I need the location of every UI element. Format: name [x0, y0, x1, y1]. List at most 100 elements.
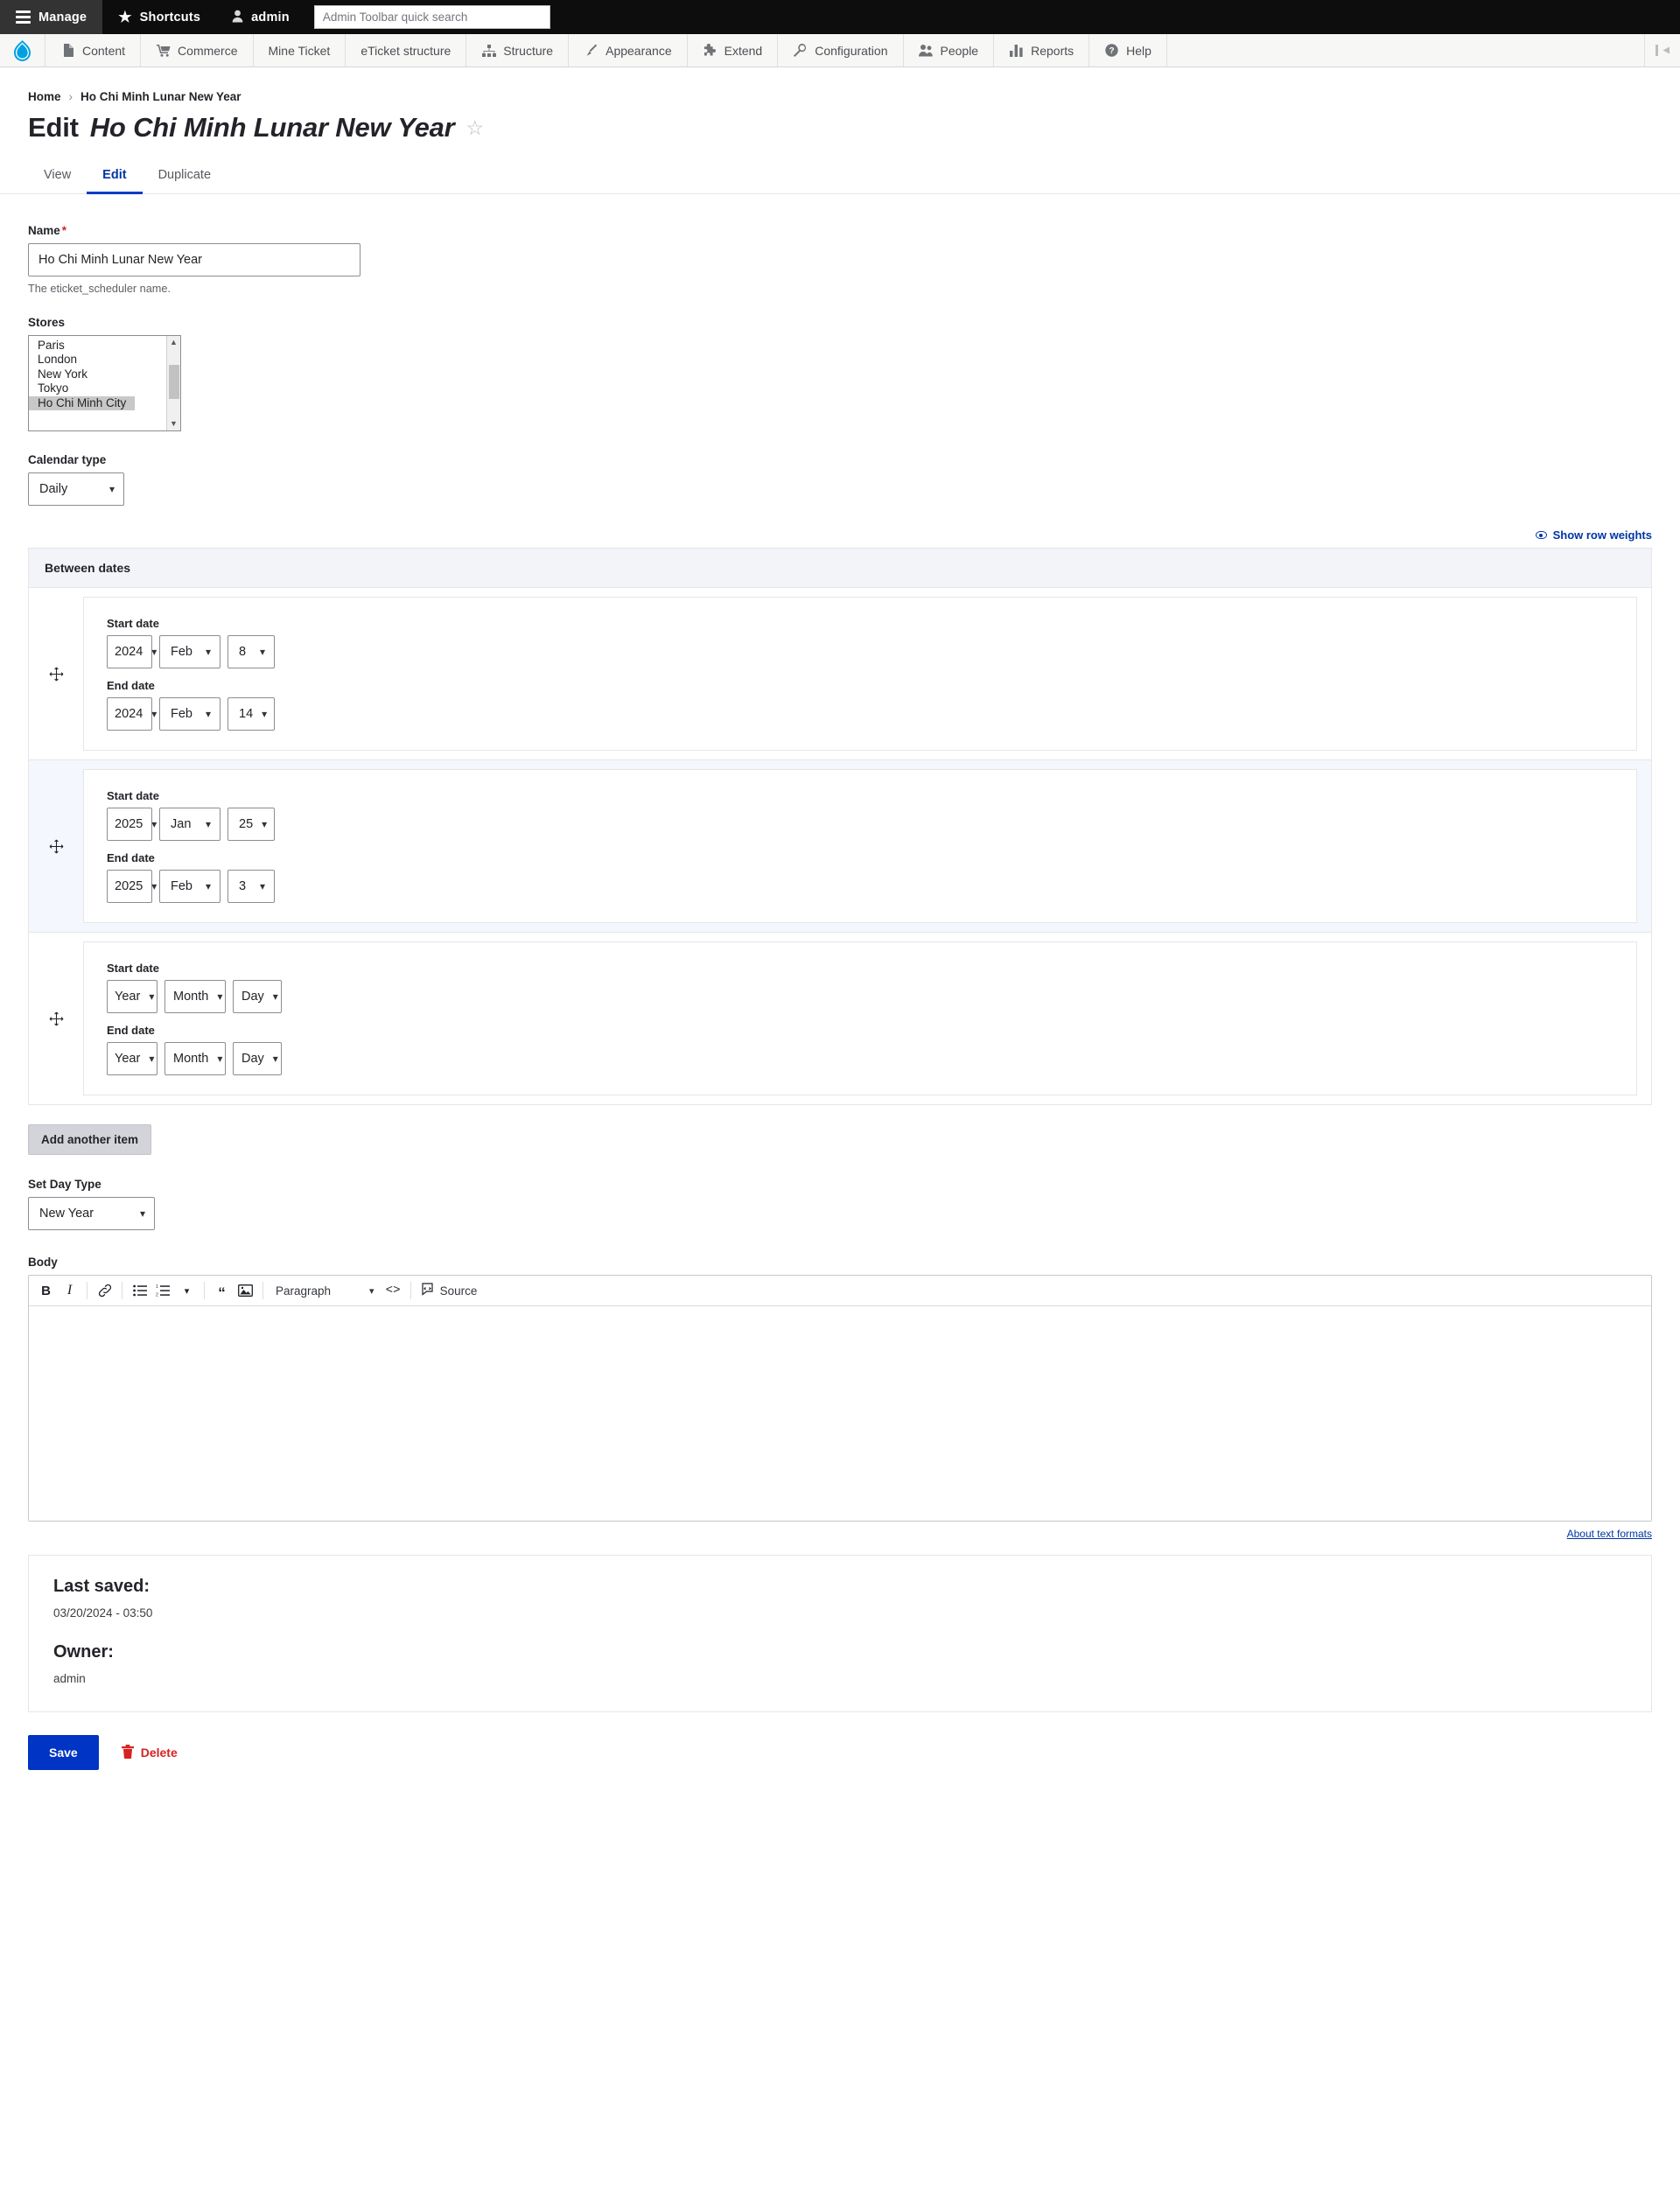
end-year-select[interactable]: 2024 ▾ — [107, 697, 157, 731]
menu-item-mine-ticket[interactable]: Mine Ticket — [254, 34, 346, 66]
tab-view[interactable]: View — [28, 160, 87, 194]
stores-option[interactable]: Tokyo — [29, 381, 180, 395]
stores-option[interactable]: New York — [29, 367, 180, 381]
start-month-value: Jan — [171, 817, 192, 831]
start-day-select[interactable]: Day ▾ — [233, 980, 282, 1013]
link-icon[interactable] — [93, 1279, 116, 1303]
menu-item-appearance[interactable]: Appearance — [569, 34, 688, 66]
body-editor-area[interactable] — [29, 1306, 1651, 1521]
meta-info-box: Last saved: 03/20/2024 - 03:50 Owner: ad… — [28, 1555, 1652, 1712]
toolbar-separator — [410, 1282, 411, 1299]
body-label: Body — [28, 1256, 58, 1269]
set-day-type-value: New Year — [39, 1207, 94, 1221]
menu-item-configuration[interactable]: Configuration — [778, 34, 904, 66]
save-button[interactable]: Save — [28, 1735, 99, 1770]
toolbar-user-button[interactable]: admin — [216, 0, 305, 34]
start-month-select[interactable]: Month ▾ — [164, 980, 226, 1013]
bookmark-star-icon[interactable]: ☆ — [466, 116, 485, 140]
image-icon[interactable] — [234, 1279, 257, 1303]
start-date-group: Start date 2025 ▾ Jan ▾ 25 ▾ — [107, 789, 1636, 841]
drupal-logo-icon[interactable] — [0, 34, 46, 66]
admin-menu-bar: Content Commerce Mine Ticket eTicket str… — [0, 34, 1680, 67]
drag-handle[interactable] — [29, 1011, 83, 1026]
tab-edit[interactable]: Edit — [87, 160, 143, 194]
chevron-down-icon: ▾ — [108, 483, 115, 495]
stores-option-selected[interactable]: Ho Chi Minh City — [29, 395, 136, 411]
stores-option[interactable]: Paris — [29, 339, 180, 353]
calendar-type-select[interactable]: Daily ▾ — [28, 472, 124, 506]
show-row-weights-toggle[interactable]: Show row weights — [1535, 528, 1652, 542]
source-button[interactable]: Source — [416, 1283, 483, 1298]
stores-listbox[interactable]: Paris London New York Tokyo Ho Chi Minh … — [28, 335, 181, 431]
italic-button[interactable]: I — [58, 1279, 81, 1303]
end-day-select[interactable]: Day ▾ — [233, 1042, 282, 1075]
scrollbar-thumb[interactable] — [169, 365, 179, 400]
end-day-select[interactable]: 14 ▾ — [228, 697, 275, 731]
menu-item-commerce[interactable]: Commerce — [141, 34, 254, 66]
end-month-select[interactable]: Feb ▾ — [159, 870, 220, 903]
code-button[interactable]: <> — [382, 1279, 405, 1303]
end-month-select[interactable]: Feb ▾ — [159, 697, 220, 731]
end-year-select[interactable]: 2025 ▾ — [107, 870, 157, 903]
puzzle-icon — [703, 43, 718, 58]
stores-option[interactable]: London — [29, 353, 180, 367]
collapse-toolbar-icon[interactable] — [1645, 34, 1680, 66]
chevron-down-icon: ▾ — [205, 708, 211, 720]
start-day-select[interactable]: 8 ▾ — [228, 635, 275, 668]
breadcrumb-home-link[interactable]: Home — [28, 90, 61, 103]
name-label: Name * — [28, 224, 1652, 237]
scroll-up-icon[interactable]: ▲ — [170, 336, 178, 349]
chevron-down-icon: ▾ — [217, 990, 223, 1003]
between-dates-table: Between dates Start date 2024 ▾ Feb ▾ 8 … — [28, 548, 1652, 1105]
menu-item-eticket-structure[interactable]: eTicket structure — [346, 34, 467, 66]
menu-item-extend[interactable]: Extend — [688, 34, 779, 66]
start-year-select[interactable]: Year ▾ — [107, 980, 158, 1013]
menu-item-structure[interactable]: Structure — [466, 34, 570, 66]
toolbar-shortcuts-button[interactable]: ★ Shortcuts — [102, 0, 216, 34]
toolbar-user-label: admin — [251, 10, 290, 24]
name-input[interactable] — [28, 243, 360, 276]
drag-handle[interactable] — [29, 667, 83, 682]
quote-icon[interactable]: “ — [210, 1279, 234, 1303]
end-date-selects: 2024 ▾ Feb ▾ 14 ▾ — [107, 697, 1636, 731]
admin-quick-search-input[interactable] — [313, 5, 550, 29]
menu-item-eticket-structure-label: eTicket structure — [360, 43, 452, 58]
start-year-select[interactable]: 2025 ▾ — [107, 808, 157, 841]
start-month-select[interactable]: Feb ▾ — [159, 635, 220, 668]
svg-text:1: 1 — [156, 1284, 158, 1290]
delete-button[interactable]: Delete — [121, 1744, 178, 1761]
tab-duplicate[interactable]: Duplicate — [143, 160, 227, 194]
breadcrumb-current: Ho Chi Minh Lunar New Year — [80, 90, 242, 103]
about-text-formats-link[interactable]: About text formats — [1567, 1528, 1652, 1540]
breadcrumb-separator: › — [68, 90, 74, 103]
end-day-select[interactable]: 3 ▾ — [228, 870, 275, 903]
delete-label: Delete — [140, 1746, 178, 1760]
end-month-select[interactable]: Month ▾ — [164, 1042, 226, 1075]
name-label-text: Name — [28, 224, 60, 237]
list-options-chevron-down-icon[interactable]: ▾ — [175, 1279, 199, 1303]
start-day-select[interactable]: 25 ▾ — [228, 808, 275, 841]
chevron-down-icon: ▾ — [217, 1053, 223, 1065]
menu-item-reports[interactable]: Reports — [994, 34, 1090, 66]
bulleted-list-icon[interactable] — [128, 1279, 151, 1303]
drag-handle[interactable] — [29, 839, 83, 854]
end-year-value: 2024 — [115, 707, 144, 721]
numbered-list-icon[interactable]: 12 — [151, 1279, 175, 1303]
toolbar-manage-button[interactable]: Manage — [0, 0, 103, 34]
chevron-down-icon: ▾ — [272, 1053, 278, 1065]
start-month-select[interactable]: Jan ▾ — [159, 808, 220, 841]
add-another-item-button[interactable]: Add another item — [28, 1124, 152, 1155]
paragraph-style-dropdown[interactable]: Paragraph ▾ — [269, 1284, 382, 1298]
chevron-down-icon: ▾ — [262, 708, 268, 720]
scroll-down-icon[interactable]: ▼ — [170, 417, 178, 430]
end-date-selects: 2025 ▾ Feb ▾ 3 ▾ — [107, 870, 1636, 903]
start-year-select[interactable]: 2024 ▾ — [107, 635, 157, 668]
start-year-value: 2024 — [115, 645, 144, 659]
menu-item-help[interactable]: ? Help — [1089, 34, 1167, 66]
stores-scrollbar[interactable]: ▲ ▼ — [166, 336, 180, 430]
menu-item-people[interactable]: People — [904, 34, 995, 66]
set-day-type-select[interactable]: New Year ▾ — [28, 1197, 155, 1230]
end-year-select[interactable]: Year ▾ — [107, 1042, 158, 1075]
menu-item-content[interactable]: Content — [46, 34, 142, 66]
bold-button[interactable]: B — [34, 1279, 58, 1303]
